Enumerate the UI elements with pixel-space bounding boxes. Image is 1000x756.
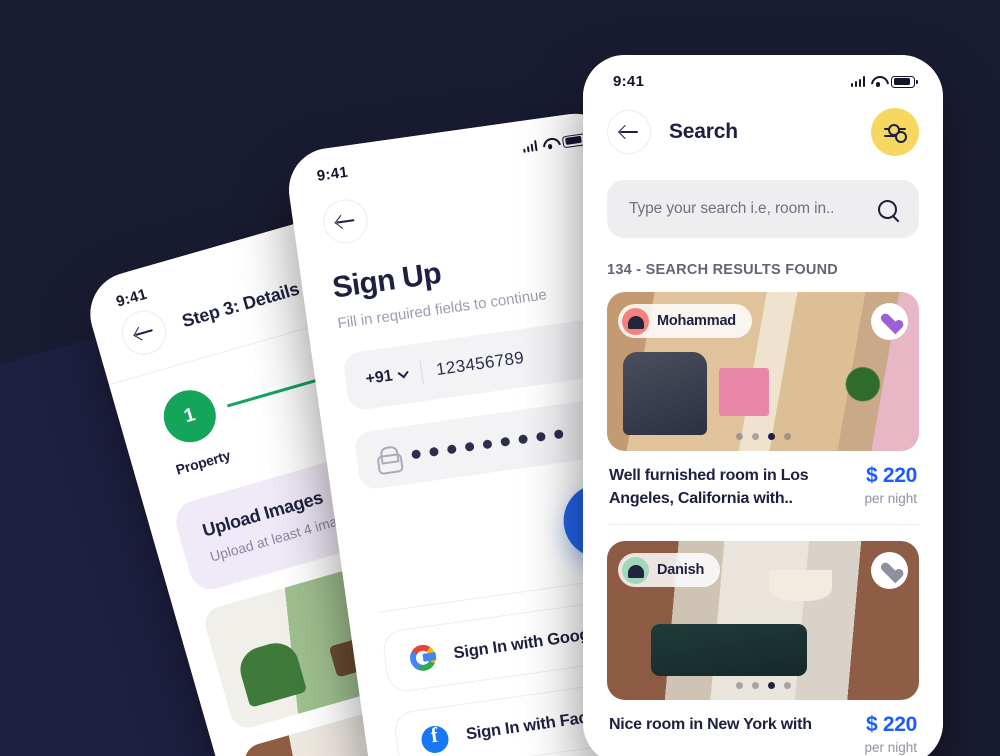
- chevron-down-icon: [397, 367, 409, 379]
- listing-image[interactable]: Mohammad: [607, 292, 919, 451]
- phone-number-field[interactable]: +91 123456789: [341, 316, 618, 412]
- wifi-icon: [542, 137, 557, 150]
- search-input-wrapper[interactable]: Type your search i.e, room in..: [607, 180, 919, 238]
- status-icons: [850, 75, 918, 88]
- listing-price-unit: per night: [864, 740, 917, 755]
- host-avatar-icon: [622, 307, 649, 335]
- listing-card[interactable]: Mohammad Well furnished room in Los Ange…: [607, 292, 919, 525]
- status-time: 9:41: [613, 73, 645, 90]
- country-code-value: +91: [364, 367, 394, 388]
- host-name: Danish: [657, 562, 705, 578]
- search-header: Search: [583, 90, 943, 156]
- step-label: Property: [173, 446, 233, 478]
- arrow-left-icon: [619, 125, 639, 139]
- cellular-signal-icon: [522, 140, 538, 153]
- listing-image[interactable]: Danish: [607, 541, 919, 700]
- carousel-dots[interactable]: [607, 682, 919, 689]
- back-button[interactable]: [320, 196, 371, 247]
- lock-icon: [375, 445, 399, 471]
- results-count-label: 134 - SEARCH RESULTS FOUND: [607, 262, 839, 278]
- filter-sliders-icon: [884, 124, 906, 137]
- divider: [607, 524, 919, 525]
- sign-in-google-label: Sign In with Google: [452, 623, 604, 662]
- google-icon: [408, 643, 438, 673]
- arrow-left-icon: [335, 213, 356, 230]
- listing-price-group: $ 220 per night: [864, 713, 917, 755]
- carousel-dots[interactable]: [607, 433, 919, 440]
- country-code-select[interactable]: +91: [365, 365, 409, 389]
- phone-search: 9:41 Search Type your search i.e, room i…: [583, 55, 943, 756]
- host-name: Mohammad: [657, 313, 736, 329]
- host-chip[interactable]: Mohammad: [618, 304, 752, 338]
- listing-footer: Nice room in New York with $ 220 per nig…: [607, 700, 919, 755]
- page-title: Search: [669, 120, 738, 143]
- battery-icon: [891, 75, 918, 88]
- listing-price-unit: per night: [864, 491, 917, 506]
- arrow-left-icon: [133, 323, 155, 342]
- listing-title: Well furnished room in Los Angeles, Cali…: [609, 467, 809, 507]
- host-chip[interactable]: Danish: [618, 553, 721, 587]
- wifi-icon: [871, 76, 885, 87]
- filter-button[interactable]: [871, 108, 919, 156]
- listing-price: $ 220: [865, 464, 917, 487]
- filter-sliders-icon-2: [884, 131, 907, 144]
- phone-number-input[interactable]: 123456789: [435, 348, 526, 380]
- listing-footer: Well furnished room in Los Angeles, Cali…: [607, 451, 919, 510]
- favorite-button[interactable]: [871, 552, 908, 589]
- heart-icon: [881, 314, 898, 329]
- search-input[interactable]: Type your search i.e, room in..: [629, 200, 868, 218]
- listing-card[interactable]: Danish Nice room in New York with $ 220 …: [607, 541, 919, 755]
- back-button[interactable]: [607, 110, 651, 154]
- heart-icon: [881, 563, 898, 578]
- search-icon[interactable]: [878, 199, 897, 219]
- search-screen: 9:41 Search Type your search i.e, room i…: [583, 55, 943, 756]
- screenshot-stage: 9:41 Step 3: Details 1 Property Upload I…: [0, 0, 1000, 756]
- step-item-1[interactable]: 1 Property: [145, 380, 243, 480]
- step-number-badge: 1: [157, 384, 222, 449]
- password-input[interactable]: [410, 428, 564, 459]
- host-avatar-icon: [622, 556, 649, 584]
- listing-title: Nice room in New York with: [609, 716, 812, 733]
- listing-price: $ 220: [865, 713, 917, 736]
- back-button[interactable]: [116, 305, 172, 360]
- facebook-icon: [419, 723, 451, 755]
- favorite-button[interactable]: [871, 303, 908, 340]
- step-connector-line: [227, 375, 328, 407]
- field-divider: [419, 360, 425, 385]
- listing-price-group: $ 220 per night: [864, 464, 917, 506]
- cellular-signal-icon: [850, 76, 865, 87]
- status-bar: 9:41: [583, 55, 943, 90]
